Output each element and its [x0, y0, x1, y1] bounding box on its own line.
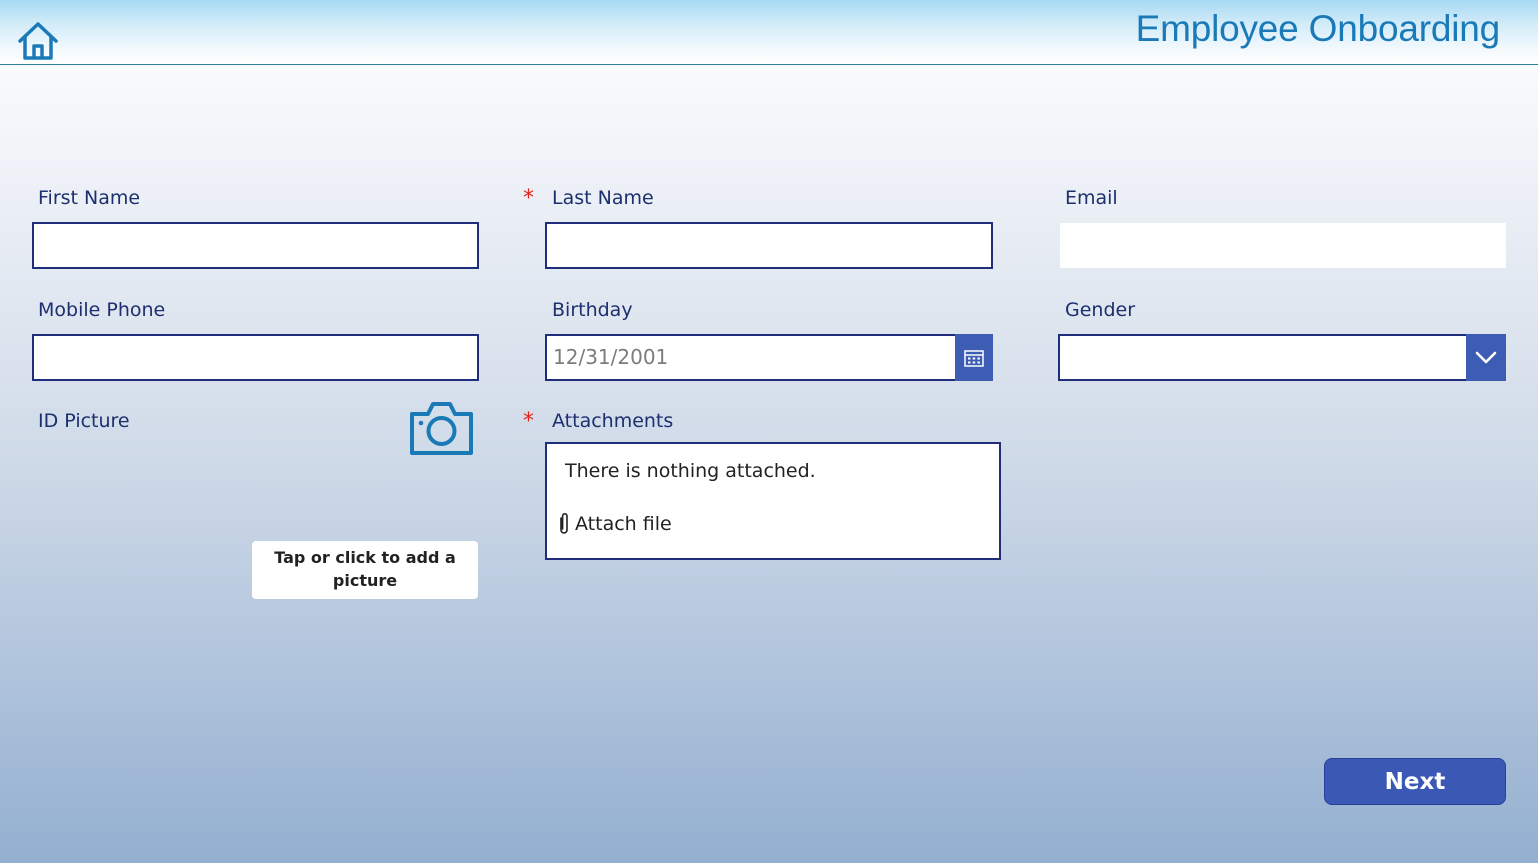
first-name-input[interactable] — [32, 222, 479, 269]
calendar-button[interactable] — [955, 334, 993, 381]
mobile-phone-label: Mobile Phone — [38, 299, 166, 321]
gender-label: Gender — [1065, 299, 1136, 321]
attachments-required-mark: * — [523, 409, 534, 434]
first-name-label: First Name — [38, 187, 141, 209]
gender-dropdown-button[interactable] — [1466, 334, 1506, 381]
birthday-placeholder: 12/31/2001 — [553, 345, 669, 369]
camera-icon[interactable] — [409, 401, 474, 456]
gender-dropdown[interactable] — [1058, 334, 1506, 381]
home-icon[interactable] — [16, 20, 60, 62]
chevron-down-icon — [1475, 351, 1497, 363]
mobile-phone-input[interactable] — [32, 334, 479, 381]
app-header: Employee Onboarding — [0, 0, 1538, 65]
add-picture-button[interactable]: Tap or click to add a picture — [252, 541, 478, 599]
id-picture-label: ID Picture — [38, 410, 130, 432]
last-name-label: Last Name — [552, 187, 654, 209]
birthday-label: Birthday — [552, 299, 633, 321]
next-button[interactable]: Next — [1324, 758, 1506, 805]
last-name-input[interactable] — [545, 222, 993, 269]
attachments-label: Attachments — [552, 410, 674, 432]
last-name-required-mark: * — [523, 186, 534, 211]
calendar-icon — [964, 349, 984, 367]
birthday-date-picker[interactable]: 12/31/2001 — [545, 334, 993, 381]
attach-file-label: Attach file — [575, 513, 672, 535]
email-input[interactable] — [1060, 223, 1506, 268]
attach-file-link[interactable]: Attach file — [557, 512, 672, 536]
attachments-empty-text: There is nothing attached. — [565, 460, 816, 482]
paperclip-icon — [560, 513, 568, 534]
page-title: Employee Onboarding — [1135, 8, 1501, 49]
email-label: Email — [1065, 187, 1118, 209]
attachments-control: There is nothing attached. Attach file — [545, 442, 1001, 560]
